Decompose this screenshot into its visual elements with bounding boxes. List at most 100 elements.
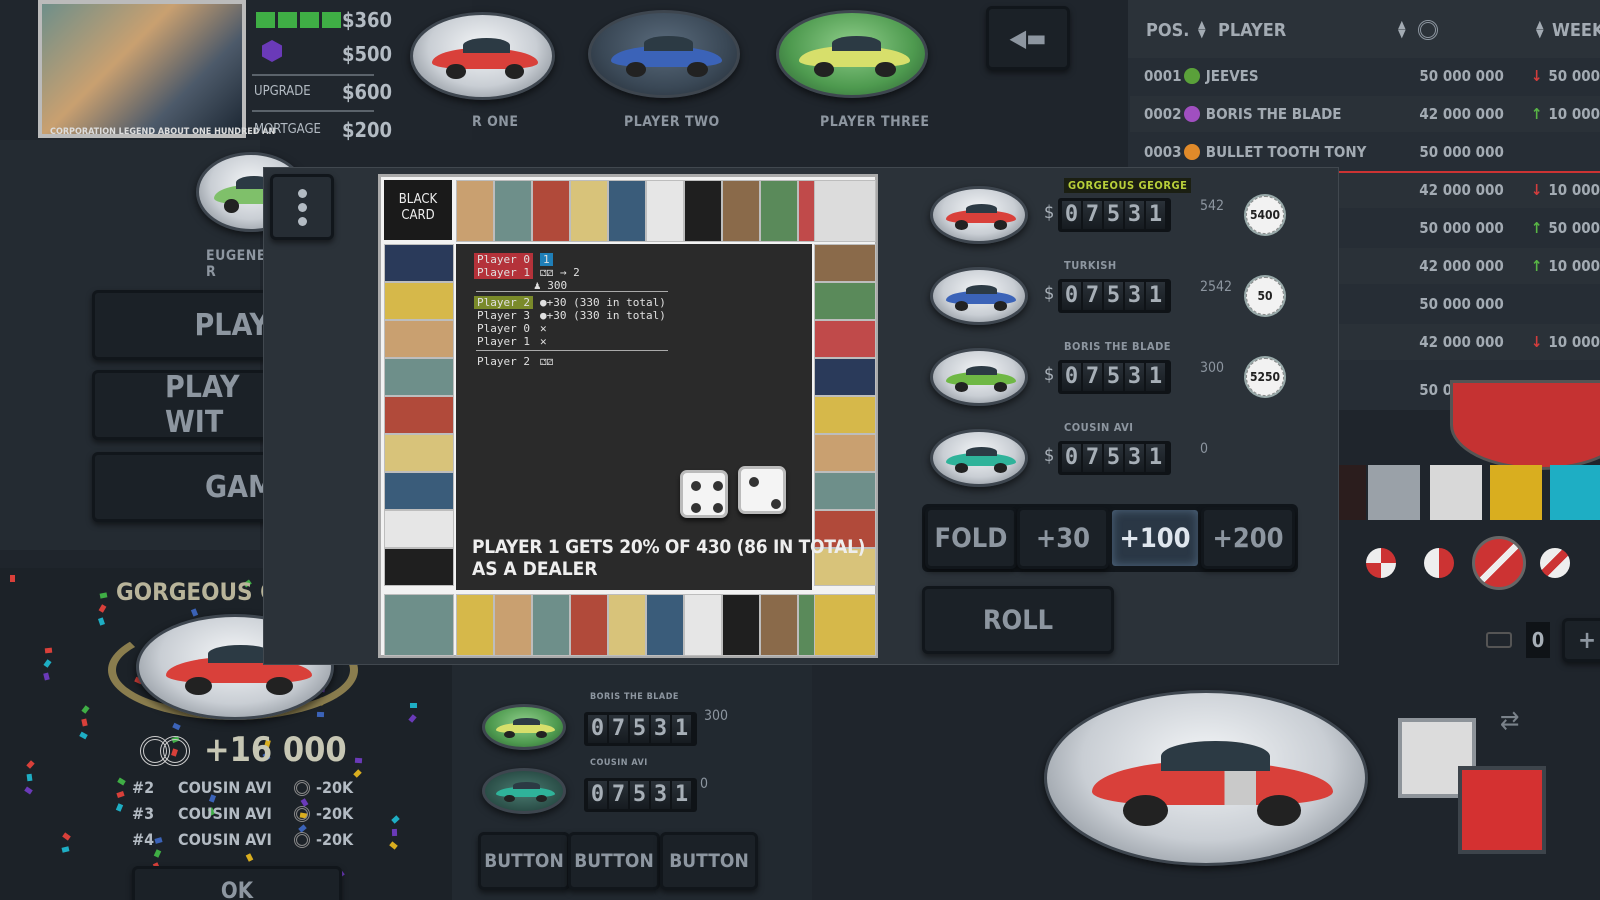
board-tile[interactable] [456, 594, 494, 656]
pos-header[interactable]: POS. [1146, 20, 1189, 41]
die[interactable] [738, 466, 786, 514]
board-tile[interactable] [608, 594, 646, 656]
swap-icon[interactable]: ⇄ [1500, 706, 1520, 736]
game-button[interactable]: GAME [92, 452, 293, 522]
pattern-knob[interactable] [1540, 548, 1570, 578]
log-player: Player 3 [477, 309, 530, 322]
board-tile[interactable] [532, 594, 570, 656]
board-tile[interactable] [814, 396, 876, 434]
week-header[interactable]: WEEK [1552, 20, 1600, 41]
color-swatch-dark[interactable] [1336, 465, 1366, 520]
player-name: BORIS THE BLADE [1064, 340, 1172, 353]
player-header[interactable]: PLAYER [1218, 20, 1286, 41]
week-change: 50 000 [1548, 67, 1600, 85]
confetti-piece [10, 575, 15, 582]
die-pip [749, 477, 759, 487]
secondary-color-swatch[interactable] [1458, 766, 1546, 854]
board-tile[interactable] [494, 594, 532, 656]
board-tile[interactable] [646, 594, 684, 656]
board-tile[interactable] [646, 180, 684, 242]
board-tile[interactable] [384, 282, 454, 320]
pattern-knob[interactable] [1472, 536, 1526, 590]
color-swatch-yellow[interactable] [1490, 465, 1542, 520]
player-car [930, 186, 1028, 244]
board-tile[interactable] [760, 594, 798, 656]
log-text: ⚁⚂ → 2 [540, 266, 580, 279]
board-tile[interactable] [494, 180, 532, 242]
back-button[interactable]: ◀▬ [986, 6, 1070, 70]
log-divider [476, 350, 668, 351]
board-corner[interactable] [814, 180, 876, 242]
table-row[interactable]: 0001 JEEVES 50 000 000 ↓ 50 000 [1130, 58, 1600, 94]
board-tile[interactable] [570, 594, 608, 656]
board-corner[interactable] [814, 594, 876, 656]
arrow-down-icon: ↓ [1530, 181, 1543, 199]
board-tile[interactable] [384, 472, 454, 510]
board-tile[interactable] [722, 594, 760, 656]
bet-30-button[interactable]: +30 [1017, 507, 1109, 569]
car-wheel [955, 220, 968, 230]
board-tile[interactable] [684, 180, 722, 242]
counter-digit: 3 [1125, 444, 1144, 472]
menu-button[interactable] [270, 174, 334, 240]
bet-100-button[interactable]: +100 [1109, 507, 1201, 569]
table-row[interactable]: 0003 BULLET TOOTH TONY 50 000 000 [1130, 134, 1600, 170]
board-tile[interactable] [384, 358, 454, 396]
board-tile[interactable] [760, 180, 798, 242]
pattern-knob[interactable] [1424, 548, 1454, 578]
board-tile[interactable] [814, 320, 876, 358]
chip-icon [294, 832, 310, 848]
black-card-tile[interactable]: BLACK CARD [384, 180, 452, 240]
player-one-car[interactable] [410, 12, 555, 100]
board-tile[interactable] [384, 396, 454, 434]
board-tile[interactable] [814, 244, 876, 282]
counter-digit: 3 [651, 715, 670, 743]
board-tile[interactable] [722, 180, 760, 242]
game-screen: CORPORATION LEGEND ABOUT ONE HUNDRED AN … [0, 0, 1600, 900]
die[interactable] [680, 470, 728, 518]
button-1[interactable]: BUTTON [478, 832, 570, 890]
counter-digit: 7 [1083, 444, 1102, 472]
ok-button[interactable]: OK [132, 866, 342, 900]
table-row[interactable]: 0002 BORIS THE BLADE 42 000 000 ↑ 10 000 [1130, 96, 1600, 132]
board-tile[interactable] [384, 320, 454, 358]
counter-digit: 1 [1146, 363, 1165, 391]
color-swatch-cyan[interactable] [1550, 465, 1600, 520]
house-price: $360 [342, 8, 393, 32]
counter-digit: 5 [1104, 282, 1123, 310]
roll-button[interactable]: ROLL [922, 586, 1114, 654]
board-tile[interactable] [814, 472, 876, 510]
fold-button[interactable]: FOLD [925, 507, 1017, 569]
pattern-knob[interactable] [1366, 548, 1396, 578]
board-tile[interactable] [608, 180, 646, 242]
player-two-car[interactable] [588, 10, 740, 98]
bet-200-button[interactable]: +200 [1201, 507, 1295, 569]
property-artwork [38, 0, 246, 138]
player-car [930, 429, 1028, 487]
board-tile[interactable] [456, 180, 494, 242]
board-tile[interactable] [684, 594, 722, 656]
board-tile[interactable] [384, 434, 454, 472]
bg-player-name: COUSIN AVI [590, 758, 648, 768]
play-with-button[interactable]: PLAY WIT [92, 370, 272, 440]
button-3[interactable]: BUTTON [660, 832, 758, 890]
car-wheel [955, 382, 968, 392]
color-swatch-white[interactable] [1430, 465, 1482, 520]
add-button[interactable]: + [1562, 618, 1600, 662]
board-tile[interactable] [814, 434, 876, 472]
board-tile[interactable] [814, 358, 876, 396]
dollar-icon: $ [1044, 202, 1055, 223]
board-tile[interactable] [384, 244, 454, 282]
color-swatch-gray[interactable] [1368, 465, 1420, 520]
board-corner[interactable] [384, 594, 454, 656]
board-tile[interactable] [814, 282, 876, 320]
board-tile[interactable] [532, 180, 570, 242]
board-tile[interactable] [570, 180, 608, 242]
mortgage-label: MORTGAGE [254, 122, 321, 137]
button-2[interactable]: BUTTON [568, 832, 660, 890]
player-three-car[interactable] [776, 10, 928, 98]
board-tile[interactable] [384, 510, 454, 548]
board-tile[interactable] [384, 548, 454, 586]
play-button[interactable]: PLAY [92, 290, 272, 360]
player-car [930, 348, 1028, 406]
